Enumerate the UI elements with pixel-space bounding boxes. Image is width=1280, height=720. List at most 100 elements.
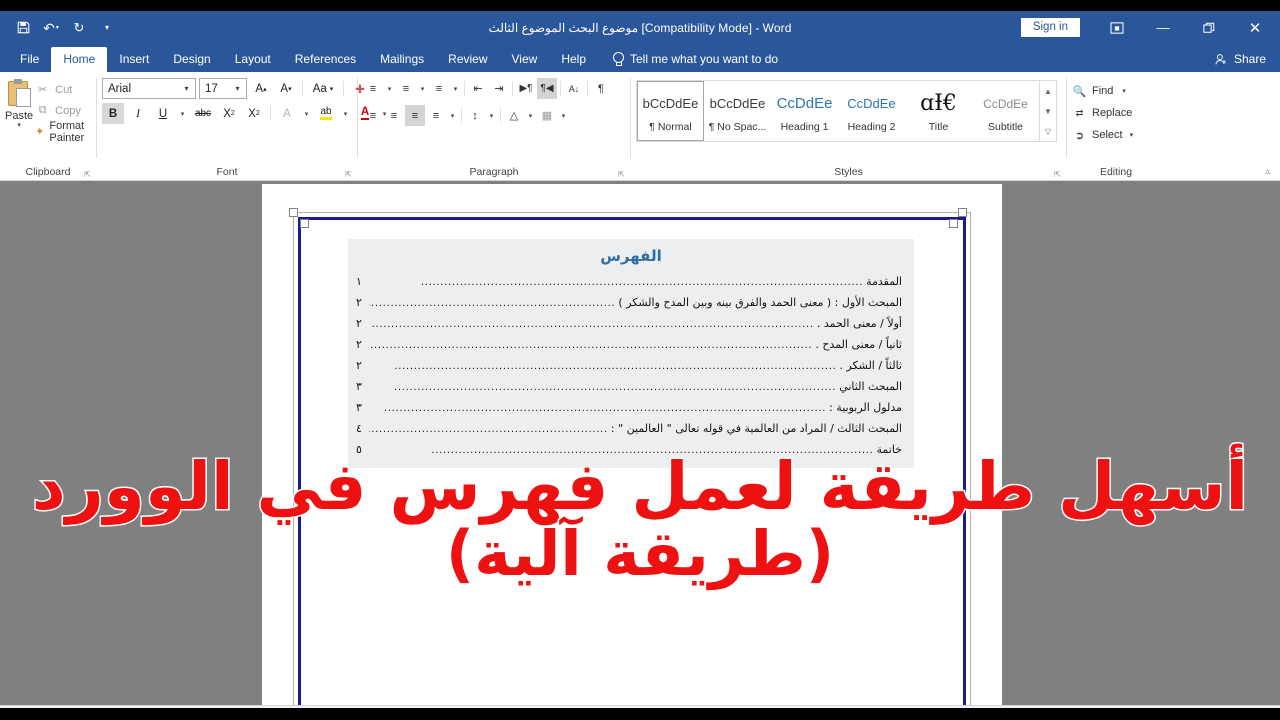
style-no-spacing[interactable]: bCcDdEe ¶ No Spac... [704,81,771,141]
style-heading-2[interactable]: CcDdEe Heading 2 [838,81,905,141]
style-subtitle[interactable]: CcDdEe Subtitle [972,81,1039,141]
underline-chevron-down-icon[interactable]: ▾ [177,103,188,124]
share-button[interactable]: Share [1205,47,1280,72]
toc-entry[interactable]: ثانياً / معنى المدح . ..................… [348,334,914,355]
tab-help[interactable]: Help [549,47,598,72]
redo-icon[interactable]: ↻ [66,16,92,40]
find-chevron-down-icon[interactable]: ▾ [1122,87,1126,95]
copy-button[interactable]: ⧉ Copy [35,101,91,120]
customize-qat-icon[interactable]: ▾ [94,16,120,40]
minimize-icon[interactable]: — [1140,11,1186,44]
tab-review[interactable]: Review [436,47,499,72]
multilevel-chevron-down-icon[interactable]: ▾ [450,78,461,99]
chevron-down-icon[interactable]: ▾ [229,84,246,93]
bold-button[interactable]: B [102,103,124,124]
selection-handle[interactable] [289,208,298,217]
borders-chevron-down-icon[interactable]: ▾ [558,105,569,126]
style-heading-1[interactable]: CcDdEe Heading 1 [771,81,838,141]
ribbon-display-options-icon[interactable] [1094,11,1140,44]
increase-indent-icon[interactable]: ⇥ [489,78,509,99]
align-left-icon[interactable]: ≡ [363,105,383,126]
bullets-icon[interactable]: ≡ [363,78,383,99]
underline-button[interactable]: U [152,103,174,124]
show-formatting-marks-icon[interactable]: ¶ [591,78,611,99]
select-chevron-down-icon[interactable]: ▾ [1130,131,1134,139]
selection-handle[interactable] [949,219,958,228]
paste-chevron-down-icon[interactable]: ▾ [17,122,21,129]
scroll-down-icon[interactable]: ▼ [1040,101,1056,121]
shading-chevron-down-icon[interactable]: ▾ [525,105,536,126]
font-dialog-launcher-icon[interactable]: ⇱ [344,170,353,179]
scroll-up-icon[interactable]: ▲ [1040,81,1056,101]
styles-more-icon[interactable]: ▽ [1040,121,1056,141]
find-button[interactable]: 🔍 Find ▾ [1072,81,1133,101]
toc-entry[interactable]: المقدمة ................................… [348,271,914,292]
select-button[interactable]: ➲ Select ▾ [1072,125,1133,145]
cut-button[interactable]: ✂ Cut [35,80,91,99]
text-effects-icon[interactable]: A [276,103,298,124]
justify-chevron-down-icon[interactable]: ▾ [447,105,458,126]
chevron-down-icon[interactable]: ▾ [178,84,195,93]
replace-button[interactable]: ⇄ Replace [1072,103,1133,123]
collapse-ribbon-icon[interactable]: ▵ [1265,166,1270,177]
align-center-icon[interactable]: ≡ [384,105,404,126]
toc-entry[interactable]: المبحث الثاني ..........................… [348,376,914,397]
save-icon[interactable] [10,16,36,40]
clipboard-dialog-launcher-icon[interactable]: ⇱ [83,170,92,179]
font-size-combo[interactable]: 17 ▾ [199,78,247,99]
toc-entry[interactable]: المبحث الثالث / المراد من العالمية في قو… [348,418,914,439]
toc-entry[interactable]: خاتمة ..................................… [348,439,914,460]
sort-icon[interactable]: A↓ [564,78,584,99]
italic-button[interactable]: I [127,103,149,124]
line-spacing-icon[interactable]: ↕ [465,105,485,126]
superscript-button[interactable]: X2 [243,103,265,124]
highlight-chevron-down-icon[interactable]: ▾ [340,103,351,124]
tell-me-box[interactable]: Tell me what you want to do [598,47,788,72]
tab-references[interactable]: References [283,47,368,72]
format-painter-button[interactable]: ✦ Format Painter [35,120,91,144]
decrease-indent-icon[interactable]: ⇤ [468,78,488,99]
tab-design[interactable]: Design [161,47,222,72]
highlight-color-icon[interactable]: ab [315,103,337,124]
styles-dialog-launcher-icon[interactable]: ⇱ [1053,170,1062,179]
table-of-contents[interactable]: الفهرس المقدمة .........................… [348,239,914,468]
style-title[interactable]: ɑƗ€ Title [905,81,972,141]
paste-button[interactable]: Paste ▾ [5,76,33,129]
align-right-icon[interactable]: ≡ [405,105,425,126]
justify-icon[interactable]: ≡ [426,105,446,126]
shading-icon[interactable]: △ [504,105,524,126]
toc-entry[interactable]: مدلول الربوبية : .......................… [348,397,914,418]
strikethrough-button[interactable]: abc [191,103,215,124]
selection-handle[interactable] [958,208,967,217]
tab-view[interactable]: View [500,47,550,72]
rtl-text-direction-icon[interactable]: ¶◀ [537,78,557,99]
multilevel-list-icon[interactable]: ≡ [429,78,449,99]
styles-scrollbar[interactable]: ▲ ▼ ▽ [1039,81,1056,141]
tab-file[interactable]: File [8,47,51,72]
document-page[interactable]: الفهرس المقدمة .........................… [262,184,1002,705]
numbering-chevron-down-icon[interactable]: ▾ [417,78,428,99]
toc-entry[interactable]: أولاً / معنى الحمد . ...................… [348,313,914,334]
style-normal[interactable]: bCcDdEe ¶ Normal [637,81,704,141]
undo-icon[interactable]: ↶ ▾ [38,16,64,40]
tab-insert[interactable]: Insert [107,47,161,72]
tab-layout[interactable]: Layout [223,47,283,72]
font-name-combo[interactable]: Arial ▾ [102,78,196,99]
toc-entry[interactable]: المبحث الأول : ( معنى الحمد والفرق بينه … [348,292,914,313]
selection-handle[interactable] [300,219,309,228]
restore-icon[interactable] [1186,11,1232,44]
toc-entry[interactable]: ثالثاً / الشكر . .......................… [348,355,914,376]
tab-home[interactable]: Home [51,46,108,72]
bullets-chevron-down-icon[interactable]: ▾ [384,78,395,99]
borders-icon[interactable]: ▦ [537,105,557,126]
ltr-text-direction-icon[interactable]: ▶¶ [516,78,536,99]
grow-font-icon[interactable]: A ▴ [250,78,272,99]
tab-mailings[interactable]: Mailings [368,47,436,72]
text-effects-chevron-down-icon[interactable]: ▾ [301,103,312,124]
change-case-icon[interactable]: Aa ▾ [308,78,338,99]
numbering-icon[interactable]: ≡ [396,78,416,99]
sign-in-button[interactable]: Sign in [1020,17,1080,38]
subscript-button[interactable]: X2 [218,103,240,124]
close-icon[interactable]: ✕ [1232,11,1278,44]
line-spacing-chevron-down-icon[interactable]: ▾ [486,105,497,126]
